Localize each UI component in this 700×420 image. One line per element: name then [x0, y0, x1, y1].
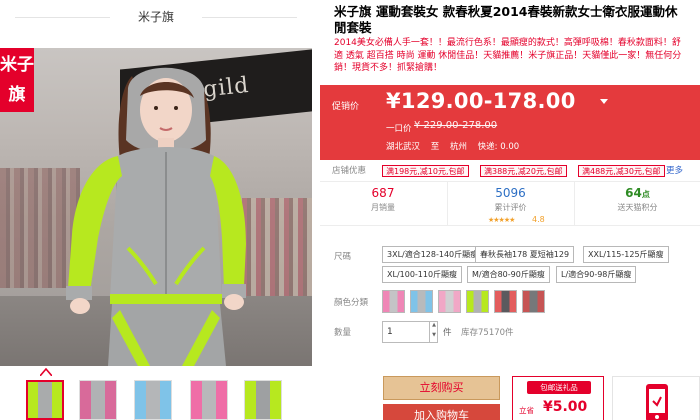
product-title: 米子旗 運動套裝女 款春秋夏2014春裝新款女士衛衣服運動休閒套裝 [334, 4, 678, 35]
active-thumb-arrow-icon [40, 368, 52, 376]
points-unit: 点 [641, 190, 650, 199]
promotions-more-link[interactable]: 更多 [666, 160, 683, 182]
product-stats: 687 月销量 5096 累计评价 ★★★★★ 4.8 64点 送天猫积分 [320, 182, 700, 226]
chevron-down-icon[interactable] [600, 99, 608, 104]
reviews[interactable]: 5096 累计评价 ★★★★★ 4.8 [447, 182, 573, 226]
app-save-label: 立省 [519, 406, 534, 415]
size-option[interactable]: XL/100-110斤顯瘦 [382, 266, 463, 283]
promotion-tag[interactable]: 满388元,减20元,包邮 [480, 165, 567, 177]
ship-to-word: 至 [430, 142, 440, 152]
quantity-increase-icon[interactable]: ▲ [429, 322, 438, 332]
main-product-image[interactable]: menegild [0, 48, 312, 366]
size-option[interactable]: L/適合90-98斤顯瘦 [556, 266, 637, 283]
thumbnail-2[interactable] [79, 380, 117, 420]
ship-from: 湖北武汉 [386, 142, 421, 152]
points-label: 送天猫积分 [617, 203, 658, 212]
thumbnail-5[interactable] [244, 380, 282, 420]
app-promo[interactable]: 包邮送礼品 立省 ¥5.00 [512, 376, 604, 420]
promotion-tag[interactable]: 满488元,减30元,包邮 [578, 165, 665, 177]
ship-fee: 快递: 0.00 [477, 142, 520, 152]
product-subtitle: 2014美女必備人手一套！！最流行色系！最顯瘦的款式！高彈呼吸棉！春秋款面料！舒… [334, 38, 682, 73]
reviews-label: 累计评价 [494, 203, 527, 212]
rating-stars-icon: ★★★★★ [488, 216, 515, 224]
reviews-value[interactable]: 5096 [448, 186, 573, 200]
promo-price-label: 促销价 [332, 102, 360, 112]
promotions-label: 店铺优惠 [332, 166, 367, 176]
shop-name[interactable]: 米子旗 [0, 0, 312, 34]
promo-price: ¥129.00-178.00 [386, 89, 576, 113]
size-option[interactable]: M/適合80-90斤顯瘦 [467, 266, 550, 283]
price-panel: 促销价 ¥129.00-178.00 一口价 ¥ 229.00-278.00 湖… [320, 85, 700, 160]
stock-count: 库存75170件 [461, 328, 514, 338]
phone-icon [646, 384, 668, 420]
monthly-sales-value: 687 [371, 186, 395, 200]
points-value: 64点 [625, 186, 650, 200]
color-option[interactable] [494, 290, 517, 313]
promotion-tag[interactable]: 满198元,减10元,包邮 [382, 165, 469, 177]
ship-to-select[interactable]: 杭州 [450, 142, 467, 152]
original-price-label: 一口价 [386, 124, 412, 134]
quantity-label: 數量 [334, 328, 352, 338]
buy-now-button[interactable]: 立刻购买 [383, 376, 500, 400]
size-option[interactable]: XXL/115-125斤顯瘦 [583, 246, 669, 263]
mobile-qr-box[interactable] [612, 376, 700, 420]
color-option[interactable] [382, 290, 405, 313]
size-option[interactable]: 春秋長袖178 夏短袖129 [475, 246, 575, 263]
color-option[interactable] [466, 290, 489, 313]
thumbnail-4[interactable] [190, 380, 228, 420]
color-option[interactable] [438, 290, 461, 313]
size-option[interactable]: 3XL/適合128-140斤顯瘦 [382, 246, 484, 263]
color-option[interactable] [522, 290, 545, 313]
rating-score: 4.8 [532, 215, 545, 224]
thumbnail-strip [0, 368, 312, 420]
monthly-sales-label: 月销量 [371, 203, 395, 212]
tmall-points: 64点 送天猫积分 [574, 182, 700, 226]
original-price: ¥ 229.00-278.00 [414, 120, 498, 131]
add-to-cart-button[interactable]: 加入购物车 [383, 404, 500, 420]
brand-badge: 米子旗 [0, 48, 34, 112]
quantity-unit: 件 [443, 328, 452, 338]
thumbnail-1[interactable] [26, 380, 64, 420]
color-label: 顏色分類 [334, 298, 369, 308]
thumbnail-3[interactable] [134, 380, 172, 420]
app-save-price: ¥5.00 [543, 399, 588, 415]
size-label: 尺碼 [334, 252, 352, 262]
color-option[interactable] [410, 290, 433, 313]
shop-promotions: 店铺优惠 满198元,减10元,包邮 满388元,减20元,包邮 满488元,减… [320, 160, 700, 182]
product-page: 米子旗 menegild [0, 0, 700, 420]
shipping-info: 湖北武汉 至 杭州 快递: 0.00 [386, 140, 527, 152]
monthly-sales: 687 月销量 [320, 182, 446, 226]
quantity-decrease-icon[interactable]: ▼ [429, 332, 438, 342]
app-promo-tag: 包邮送礼品 [527, 381, 591, 394]
model-figure [66, 67, 246, 366]
